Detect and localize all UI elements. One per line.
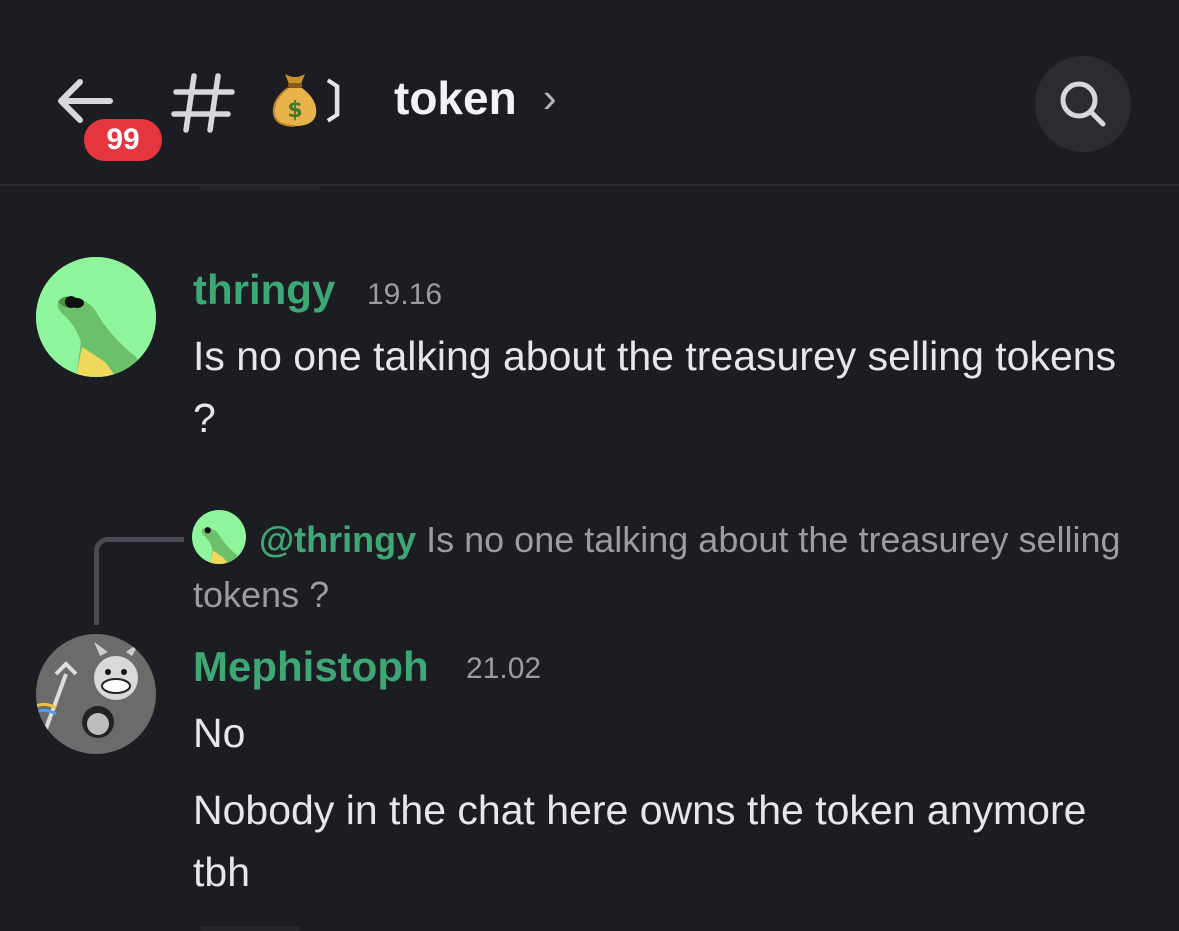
avatar[interactable] xyxy=(36,257,156,377)
timestamp: 19.16 xyxy=(367,278,443,311)
username[interactable]: Mephistoph xyxy=(193,643,429,691)
message-text: No xyxy=(193,710,246,756)
chevron-right-icon: › xyxy=(542,74,557,121)
hash-icon xyxy=(170,70,236,136)
reply-mention[interactable]: @thringy xyxy=(259,519,416,560)
message-text: Nobody in the chat here owns the token a… xyxy=(193,787,1087,895)
money-bag-icon: $ xyxy=(272,74,317,127)
chat-screen: 99 $ 〕 token › thringy 19.16 Is no one t… xyxy=(0,0,1179,931)
scroll-hint xyxy=(200,926,300,931)
unread-badge: 99 xyxy=(80,115,166,165)
channel-title: token xyxy=(394,72,517,124)
frog-avatar-image xyxy=(36,257,156,377)
search-button[interactable] xyxy=(1035,56,1131,152)
username[interactable]: thringy xyxy=(193,266,335,314)
channel-bracket: 〕 xyxy=(326,78,370,127)
avatar[interactable] xyxy=(36,634,156,754)
search-icon xyxy=(1060,81,1106,127)
svg-text:$: $ xyxy=(287,98,302,123)
timestamp: 21.02 xyxy=(466,652,542,685)
reply-preview[interactable]: @thringy Is no one talking about the tre… xyxy=(193,512,1123,622)
channel-header: 99 $ 〕 token › xyxy=(0,0,1179,186)
message-text: Is no one talking about the treasurey se… xyxy=(193,333,1117,441)
scroll-hint xyxy=(200,186,320,190)
reply-connector xyxy=(94,537,184,625)
devil-avatar-image xyxy=(36,634,156,754)
channel-name[interactable]: $ 〕 token › xyxy=(270,62,557,134)
